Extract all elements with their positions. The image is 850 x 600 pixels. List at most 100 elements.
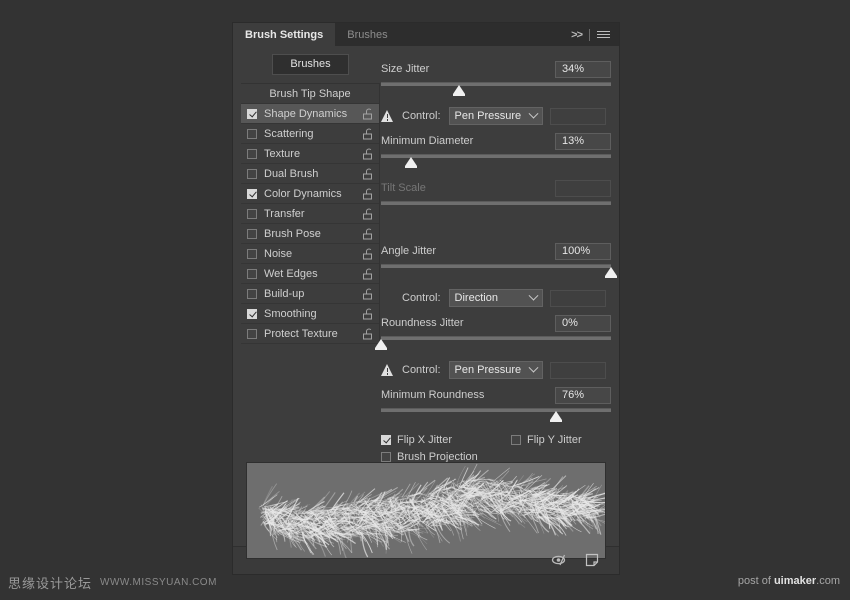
unlocked-padlock-icon[interactable]	[363, 308, 372, 319]
dynamics-item-checkbox[interactable]	[247, 228, 257, 239]
brush-tip-shape-label: Brush Tip Shape	[269, 87, 351, 100]
dynamics-item-brush-pose[interactable]: Brush Pose	[241, 224, 379, 244]
dynamics-item-checkbox[interactable]	[247, 308, 257, 319]
brush-tip-shape-header[interactable]: Brush Tip Shape	[241, 84, 379, 104]
unlocked-padlock-icon[interactable]	[363, 228, 372, 239]
size-jitter-row: Size Jitter 34%	[381, 60, 611, 78]
chevron-double-right-icon[interactable]: >>	[571, 29, 583, 41]
flip-y-jitter-label: Flip Y Jitter	[527, 434, 582, 446]
watermark-right-prefix: post of	[737, 575, 774, 587]
chevron-down-icon	[528, 290, 538, 301]
tab-brush-settings[interactable]: Brush Settings	[233, 23, 336, 46]
hamburger-menu-icon[interactable]	[597, 29, 610, 40]
tab-bar-spacer	[400, 23, 572, 46]
minimum-roundness-label: Minimum Roundness	[381, 389, 485, 401]
watermark-right: post of uimaker.com	[738, 575, 840, 587]
dynamics-item-dual-brush[interactable]: Dual Brush	[241, 164, 379, 184]
angle-jitter-slider[interactable]	[381, 263, 617, 279]
brush-projection-box[interactable]	[381, 452, 391, 462]
size-jitter-control-value: Pen Pressure	[454, 110, 522, 122]
roundness-jitter-control-value: Pen Pressure	[454, 364, 522, 376]
brushes-button[interactable]: Brushes	[272, 54, 349, 75]
minimum-diameter-value[interactable]: 13%	[555, 132, 611, 150]
unlocked-padlock-icon[interactable]	[363, 108, 372, 119]
roundness-jitter-tail-field[interactable]	[549, 361, 606, 379]
angle-jitter-value[interactable]: 100%	[555, 242, 611, 260]
flip-x-jitter-checkbox[interactable]: Flip X Jitter	[381, 434, 452, 446]
roundness-jitter-thumb[interactable]	[375, 339, 387, 350]
dynamics-item-color-dynamics[interactable]: Color Dynamics	[241, 184, 379, 204]
tab-brushes[interactable]: Brushes	[335, 23, 399, 46]
brush-stroke-graphic	[258, 463, 605, 558]
dynamics-item-transfer[interactable]: Transfer	[241, 204, 379, 224]
unlocked-padlock-icon[interactable]	[363, 168, 372, 179]
dynamics-item-noise[interactable]: Noise	[241, 244, 379, 264]
minimum-roundness-track	[381, 408, 611, 412]
dynamics-item-protect-texture[interactable]: Protect Texture	[241, 324, 379, 344]
unlocked-padlock-icon[interactable]	[363, 268, 372, 279]
dynamics-item-checkbox[interactable]	[247, 108, 257, 119]
unlocked-padlock-icon[interactable]	[363, 188, 372, 199]
flip-y-jitter-checkbox[interactable]: Flip Y Jitter	[511, 434, 582, 446]
new-brush-preset-icon[interactable]	[585, 553, 603, 569]
size-jitter-slider[interactable]	[381, 81, 611, 97]
dynamics-item-label: Color Dynamics	[264, 187, 342, 200]
flip-y-jitter-box[interactable]	[511, 435, 522, 445]
dynamics-item-checkbox[interactable]	[247, 188, 257, 199]
dynamics-item-checkbox[interactable]	[247, 168, 257, 179]
chevron-down-icon	[528, 108, 538, 119]
unlocked-padlock-icon[interactable]	[363, 288, 372, 299]
size-jitter-tail-field[interactable]	[549, 107, 606, 125]
angle-jitter-tail-field[interactable]	[549, 289, 606, 307]
dynamics-item-scattering[interactable]: Scattering	[241, 124, 379, 144]
size-jitter-control-row: Control: Pen Pressure	[381, 106, 611, 126]
minimum-roundness-value[interactable]: 76%	[555, 386, 611, 404]
roundness-jitter-track	[381, 336, 611, 340]
dynamics-item-checkbox[interactable]	[247, 328, 257, 339]
angle-jitter-label: Angle Jitter	[381, 245, 437, 257]
dynamics-item-wet-edges[interactable]: Wet Edges	[241, 264, 379, 284]
roundness-jitter-value[interactable]: 0%	[555, 314, 611, 332]
dynamics-item-checkbox[interactable]	[247, 288, 257, 299]
roundness-jitter-slider[interactable]	[375, 335, 611, 351]
dynamics-item-shape-dynamics[interactable]: Shape Dynamics	[241, 104, 379, 124]
dynamics-list: Brush Tip Shape Shape Dynamics Scattering…	[241, 83, 380, 344]
dynamics-item-checkbox[interactable]	[247, 148, 257, 159]
minimum-roundness-slider[interactable]	[381, 407, 611, 423]
warning-triangle-icon	[381, 364, 394, 376]
unlocked-padlock-icon[interactable]	[363, 128, 372, 139]
unlocked-padlock-icon[interactable]	[363, 248, 372, 259]
dynamics-item-checkbox[interactable]	[247, 268, 257, 279]
flip-x-jitter-box[interactable]	[381, 435, 391, 445]
unlocked-padlock-icon[interactable]	[363, 328, 372, 339]
tilt-scale-row: Tilt Scale	[381, 179, 611, 197]
unlocked-padlock-icon[interactable]	[363, 208, 372, 219]
minimum-diameter-thumb[interactable]	[404, 157, 417, 168]
dynamics-item-label: Transfer	[264, 207, 305, 220]
roundness-jitter-control-dropdown[interactable]: Pen Pressure	[448, 361, 543, 379]
size-jitter-value[interactable]: 34%	[555, 60, 611, 78]
dynamics-item-checkbox[interactable]	[247, 128, 257, 139]
angle-jitter-control-dropdown[interactable]: Direction	[448, 289, 543, 307]
dynamics-item-checkbox[interactable]	[247, 208, 257, 219]
minimum-diameter-slider[interactable]	[381, 153, 611, 169]
dynamics-item-checkbox[interactable]	[247, 248, 257, 259]
toggle-brush-settings-icon[interactable]	[551, 553, 569, 569]
size-jitter-control-dropdown[interactable]: Pen Pressure	[448, 107, 543, 125]
minimum-roundness-thumb[interactable]	[549, 411, 562, 422]
watermark-right-suffix: .com	[816, 575, 840, 587]
size-jitter-thumb[interactable]	[453, 85, 466, 96]
dynamics-item-smoothing[interactable]: Smoothing	[241, 304, 379, 324]
toolbar-divider	[589, 28, 590, 41]
angle-jitter-row: Angle Jitter 100%	[381, 242, 611, 260]
dynamics-item-texture[interactable]: Texture	[241, 144, 379, 164]
minimum-diameter-row: Minimum Diameter 13%	[381, 132, 611, 150]
roundness-jitter-control-row: Control: Pen Pressure	[381, 360, 611, 380]
unlocked-padlock-icon[interactable]	[363, 148, 372, 159]
dynamics-item-build-up[interactable]: Build-up	[241, 284, 379, 304]
angle-jitter-thumb[interactable]	[605, 267, 617, 278]
tilt-scale-track	[381, 201, 611, 205]
flip-x-jitter-label: Flip X Jitter	[397, 434, 453, 446]
minimum-diameter-label: Minimum Diameter	[381, 135, 474, 147]
angle-jitter-control-label: Control:	[402, 292, 441, 304]
